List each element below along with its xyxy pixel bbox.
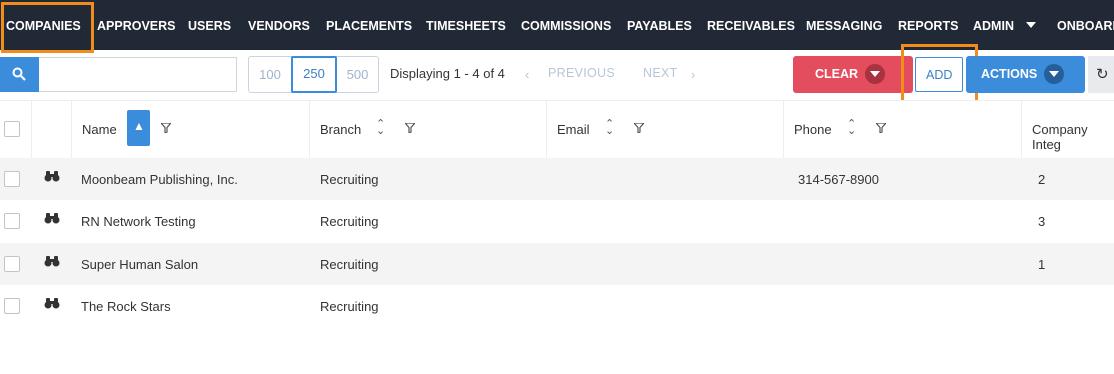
row-checkbox[interactable]	[4, 213, 20, 229]
nav-payables[interactable]: PAYABLES	[627, 0, 692, 50]
column-divider	[1021, 101, 1022, 158]
refresh-icon: ↻	[1096, 66, 1109, 83]
nav-receivables[interactable]: RECEIVABLES	[707, 0, 795, 50]
search-icon	[12, 67, 26, 81]
chevron-right-icon: ›	[691, 67, 696, 82]
chevron-down-icon[interactable]	[865, 64, 885, 84]
next-button[interactable]: NEXT	[643, 66, 678, 80]
nav-timesheets[interactable]: TIMESHEETS	[426, 0, 506, 50]
page-size-500[interactable]: 500	[337, 57, 378, 92]
row-checkbox[interactable]	[4, 256, 20, 272]
actions-button[interactable]: ACTIONS	[966, 56, 1085, 93]
cell-name[interactable]: The Rock Stars	[81, 299, 171, 314]
column-header-company-integ[interactable]: Company Integ	[1032, 122, 1114, 152]
search-input[interactable]	[39, 57, 237, 92]
sort-icon[interactable]: ⌃ ⌄	[376, 119, 385, 137]
binoculars-icon[interactable]	[44, 170, 60, 182]
cell-company-integ: 1	[1038, 257, 1046, 272]
chevron-down-icon[interactable]	[1044, 64, 1064, 84]
cell-phone: 314-567-8900	[798, 172, 879, 187]
displaying-count: Displaying 1 - 4 of 4	[390, 66, 505, 81]
cell-name[interactable]: Super Human Salon	[81, 257, 198, 272]
nav-commissions[interactable]: COMMISSIONS	[521, 0, 611, 50]
select-all-checkbox[interactable]	[4, 121, 20, 137]
table-row[interactable]: Moonbeam Publishing, Inc. Recruiting 314…	[0, 158, 1114, 200]
chevron-up-icon: ▲	[133, 119, 145, 133]
column-header-name[interactable]: Name	[82, 122, 117, 137]
nav-vendors[interactable]: VENDORS	[248, 0, 310, 50]
cell-name[interactable]: RN Network Testing	[81, 214, 196, 229]
binoculars-icon[interactable]	[44, 255, 60, 267]
filter-icon[interactable]	[161, 123, 171, 133]
actions-label: ACTIONS	[981, 67, 1038, 81]
row-checkbox[interactable]	[4, 298, 20, 314]
binoculars-icon[interactable]	[44, 297, 60, 309]
cell-branch: Recruiting	[320, 172, 379, 187]
cell-company-integ: 2	[1038, 172, 1046, 187]
binoculars-icon[interactable]	[44, 212, 60, 224]
column-divider	[546, 101, 547, 158]
column-divider	[783, 101, 784, 158]
column-header-email[interactable]: Email	[557, 122, 590, 137]
previous-button[interactable]: PREVIOUS	[548, 66, 615, 80]
column-header-phone[interactable]: Phone	[794, 122, 832, 137]
cell-branch: Recruiting	[320, 257, 379, 272]
cell-branch: Recruiting	[320, 214, 379, 229]
filter-icon[interactable]	[405, 123, 415, 133]
nav-admin[interactable]: ADMIN	[973, 0, 1014, 50]
column-divider	[31, 101, 32, 158]
table-row[interactable]: RN Network Testing Recruiting 3	[0, 200, 1114, 242]
nav-users[interactable]: USERS	[188, 0, 231, 50]
search-button[interactable]	[0, 57, 39, 92]
nav-placements[interactable]: PLACEMENTS	[326, 0, 412, 50]
chevron-down-icon[interactable]	[1026, 22, 1036, 28]
filter-icon[interactable]	[634, 123, 644, 133]
filter-icon[interactable]	[876, 123, 886, 133]
cell-name[interactable]: Moonbeam Publishing, Inc.	[81, 172, 238, 187]
nav-approvers[interactable]: APPROVERS	[97, 0, 176, 50]
table-row[interactable]: The Rock Stars Recruiting	[0, 285, 1114, 327]
nav-companies[interactable]: COMPANIES	[6, 0, 81, 50]
chevron-left-icon: ‹	[525, 67, 530, 82]
column-header-branch[interactable]: Branch	[320, 122, 361, 137]
nav-onboarding[interactable]: ONBOARDI	[1057, 0, 1114, 50]
cell-branch: Recruiting	[320, 299, 379, 314]
page-size-100[interactable]: 100	[249, 57, 291, 92]
column-divider	[309, 101, 310, 158]
nav-reports[interactable]: REPORTS	[898, 0, 958, 50]
sort-ascending-button[interactable]: ▲	[127, 110, 150, 146]
column-divider	[71, 101, 72, 158]
add-button[interactable]: ADD	[915, 57, 963, 92]
nav-messaging[interactable]: MESSAGING	[806, 0, 882, 50]
table-header: Name Branch ⌃ ⌄ Email ⌃ ⌄ Phone ⌃ ⌄ Company…	[0, 100, 1114, 158]
refresh-button[interactable]: ↻	[1088, 56, 1114, 93]
cell-company-integ: 3	[1038, 214, 1046, 229]
sort-icon[interactable]: ⌃ ⌄	[847, 119, 856, 137]
clear-label: CLEAR	[815, 67, 859, 81]
clear-button[interactable]: CLEAR	[793, 56, 913, 93]
page-size-250[interactable]: 250	[291, 56, 337, 93]
page-size-group: 100 250 500	[248, 56, 379, 93]
add-label: ADD	[926, 68, 953, 82]
row-checkbox[interactable]	[4, 171, 20, 187]
sort-icon[interactable]: ⌃ ⌄	[605, 119, 614, 137]
top-nav: COMPANIES APPROVERS USERS VENDORS PLACEM…	[0, 0, 1114, 50]
table-row[interactable]: Super Human Salon Recruiting 1	[0, 243, 1114, 285]
